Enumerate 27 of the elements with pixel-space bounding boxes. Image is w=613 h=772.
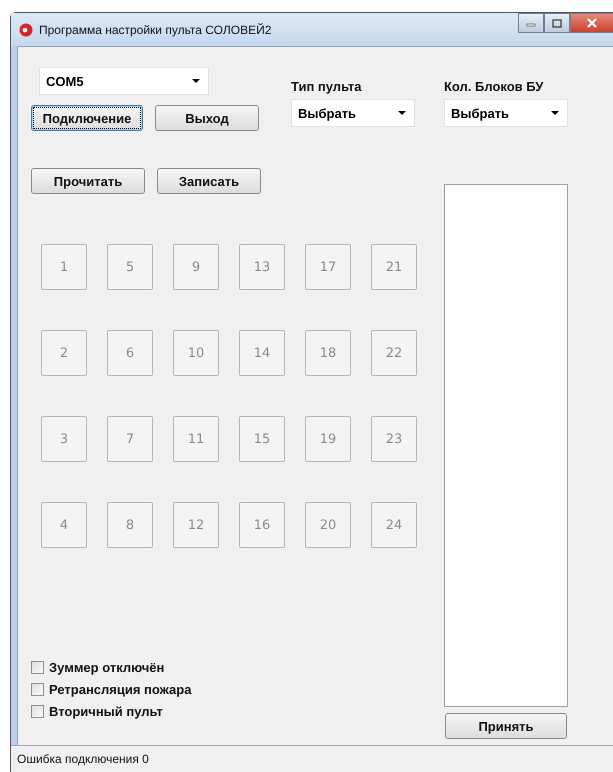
blocks-count-dropdown[interactable]: Выбрать	[444, 99, 568, 127]
checkbox[interactable]	[31, 705, 44, 718]
read-write-button[interactable]: Прочитать	[31, 168, 145, 194]
status-text: Ошибка подключения 0	[17, 752, 149, 766]
close-icon	[586, 18, 598, 28]
panel-type-label: Тип пульта	[291, 79, 363, 94]
app-icon	[19, 22, 33, 36]
checkbox-label: Вторичный пульт	[49, 704, 163, 719]
blocks-count-label: Кол. Блоков БУ	[444, 79, 544, 94]
minimize-button[interactable]	[518, 13, 544, 33]
maximize-icon	[552, 18, 562, 28]
caret-icon	[551, 111, 559, 115]
panel-type-dropdown[interactable]: Выбрать	[291, 99, 415, 127]
caret-icon	[192, 79, 200, 83]
accept-button[interactable]: Принять	[445, 713, 567, 739]
port-dropdown[interactable]: COM5	[39, 67, 209, 95]
window-title: Программа настройки пульта СОЛОВЕЙ2	[39, 22, 272, 36]
checkbox-label: Зуммер отключён	[49, 660, 164, 675]
caret-icon	[398, 111, 406, 115]
checkbox-label: Ретрансляция пожара	[49, 682, 192, 697]
checkbox[interactable]	[31, 661, 44, 674]
read-write-button[interactable]: Записать	[157, 168, 261, 194]
close-button[interactable]	[570, 13, 613, 33]
maximize-button[interactable]	[544, 13, 570, 33]
connection-button[interactable]: Выход	[155, 105, 259, 131]
connection-button[interactable]: Подключение	[31, 105, 143, 131]
checkbox[interactable]	[31, 683, 44, 696]
